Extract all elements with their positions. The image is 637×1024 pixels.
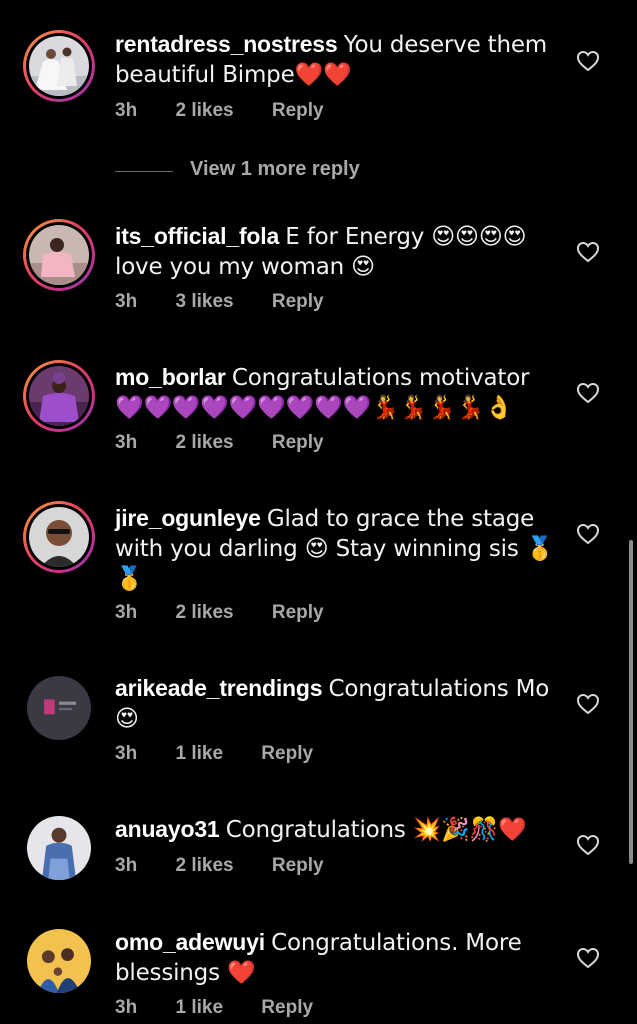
avatar-image: [27, 929, 91, 993]
avatar[interactable]: [23, 501, 95, 573]
scrollbar[interactable]: [629, 540, 633, 864]
comment-username[interactable]: rentadress_nostress: [115, 31, 338, 57]
comment-body: rentadress_nostress You deserve them bea…: [115, 30, 555, 90]
comment-body: arikeade_trendings Congratulations Mo 😍: [115, 674, 555, 734]
comment-meta: 3h 2 likes Reply: [115, 432, 357, 454]
avatar-image: [27, 676, 91, 740]
heart-outline-icon[interactable]: [576, 241, 600, 263]
comment-time: 3h: [115, 100, 138, 121]
divider-line: [115, 171, 173, 172]
reply-button[interactable]: Reply: [261, 743, 313, 764]
reply-button[interactable]: Reply: [272, 291, 324, 312]
view-more-replies-label[interactable]: View 1 more reply: [190, 158, 360, 181]
avatar-image: [29, 366, 89, 426]
comment-body: omo_adewuyi Congratulations. More blessi…: [115, 928, 555, 988]
comment-time: 3h: [115, 432, 138, 453]
comment-meta: 3h 2 likes Reply: [115, 602, 357, 624]
reply-button[interactable]: Reply: [272, 855, 324, 876]
reply-button[interactable]: Reply: [272, 432, 324, 453]
comment-likes[interactable]: 1 like: [175, 743, 223, 764]
comment-text: Congratulations 💥🎉🎊❤️: [225, 817, 527, 843]
avatar-image: [27, 816, 91, 880]
comment-username[interactable]: mo_borlar: [115, 364, 226, 390]
heart-outline-icon[interactable]: [576, 834, 600, 856]
comment-likes[interactable]: 1 like: [175, 997, 223, 1018]
comment-meta: 3h 2 likes Reply: [115, 855, 357, 877]
avatar[interactable]: [23, 812, 95, 884]
avatar-image: [29, 507, 89, 567]
comment-body: anuayo31 Congratulations 💥🎉🎊❤️: [115, 815, 555, 845]
heart-outline-icon[interactable]: [576, 50, 600, 72]
heart-outline-icon[interactable]: [576, 947, 600, 969]
comment-likes[interactable]: 2 likes: [175, 432, 233, 453]
top-edge: [0, 0, 637, 6]
reply-button[interactable]: Reply: [261, 997, 313, 1018]
avatar[interactable]: [23, 925, 95, 997]
avatar-image: [29, 36, 89, 96]
heart-outline-icon[interactable]: [576, 382, 600, 404]
comment-username[interactable]: its_official_fola: [115, 223, 279, 249]
comment-meta: 3h 1 like Reply: [115, 743, 346, 765]
comment-likes[interactable]: 2 likes: [175, 602, 233, 623]
comment-meta: 3h 2 likes Reply: [115, 100, 357, 122]
comment-time: 3h: [115, 743, 138, 764]
avatar[interactable]: [23, 30, 95, 102]
comment-likes[interactable]: 2 likes: [175, 100, 233, 121]
comment-meta: 3h 3 likes Reply: [115, 291, 357, 313]
comment-body: jire_ogunleye Glad to grace the stage wi…: [115, 504, 555, 594]
avatar[interactable]: [23, 672, 95, 744]
comment-username[interactable]: jire_ogunleye: [115, 505, 261, 531]
comment-likes[interactable]: 2 likes: [175, 855, 233, 876]
avatar[interactable]: [23, 360, 95, 432]
comment-time: 3h: [115, 855, 138, 876]
heart-outline-icon[interactable]: [576, 523, 600, 545]
reply-button[interactable]: Reply: [272, 100, 324, 121]
comment-body: mo_borlar Congratulations motivator 💜💜💜💜…: [115, 363, 555, 423]
comment-body: its_official_fola E for Energy 😍😍😍😍 love…: [115, 222, 555, 282]
comment-time: 3h: [115, 997, 138, 1018]
comment-time: 3h: [115, 602, 138, 623]
comment-username[interactable]: arikeade_trendings: [115, 675, 323, 701]
comment-username[interactable]: omo_adewuyi: [115, 929, 265, 955]
comment-time: 3h: [115, 291, 138, 312]
avatar[interactable]: [23, 219, 95, 291]
comment-likes[interactable]: 3 likes: [175, 291, 233, 312]
comment-meta: 3h 1 like Reply: [115, 997, 346, 1019]
heart-outline-icon[interactable]: [576, 693, 600, 715]
reply-button[interactable]: Reply: [272, 602, 324, 623]
comment-username[interactable]: anuayo31: [115, 816, 220, 842]
avatar-image: [29, 225, 89, 285]
